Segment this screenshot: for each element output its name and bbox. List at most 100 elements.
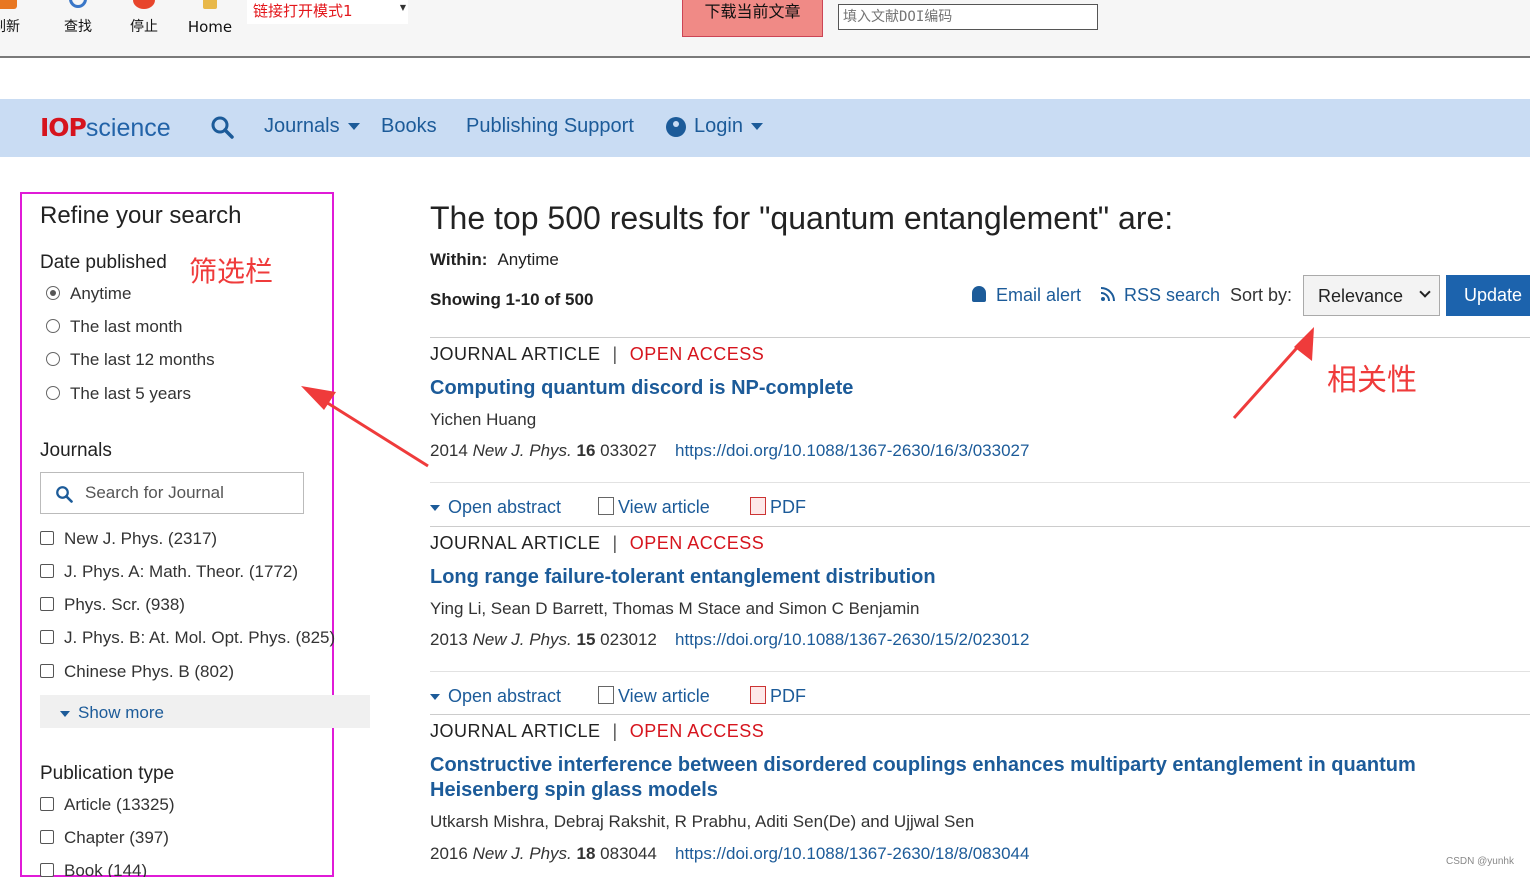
date-option-last-12-months[interactable]: The last 12 months (46, 350, 215, 372)
stop-button[interactable]: 停止 (124, 0, 164, 40)
citation-volume: 16 (576, 441, 596, 460)
result-title-link[interactable]: Constructive interference between disord… (430, 753, 1530, 803)
radio-icon (46, 351, 60, 366)
within-value: Anytime (497, 250, 559, 269)
show-more-label: Show more (78, 703, 164, 722)
open-access-badge: OPEN ACCESS (629, 721, 765, 741)
journal-filter-label: Chinese Phys. B (802) (64, 662, 235, 681)
checkbox-icon (40, 596, 54, 611)
journal-filter-j-phys-a[interactable]: J. Phys. A: Math. Theor. (1772) (40, 562, 298, 584)
journal-filter-phys-scr[interactable]: Phys. Scr. (938) (40, 595, 185, 617)
result-citation: 2014 New J. Phys. 16 033027 (430, 441, 657, 461)
nav-publishing-support[interactable]: Publishing Support (466, 115, 634, 138)
document-icon (598, 497, 614, 516)
nav-login-label: Login (694, 115, 743, 137)
pdf-label: PDF (770, 497, 806, 517)
pubtype-filter-chapter[interactable]: Chapter (397) (40, 828, 169, 850)
caret-down-icon (750, 123, 763, 131)
journal-filter-label: New J. Phys. (2317) (64, 529, 218, 548)
date-option-last-month[interactable]: The last month (46, 317, 182, 339)
citation-volume: 18 (576, 844, 596, 863)
results-title: The top 500 results for "quantum entangl… (430, 200, 1174, 236)
download-article-button[interactable]: 下载当前文章 (682, 0, 823, 37)
logo-iop-text: IOP (40, 113, 87, 142)
result-title-link[interactable]: Computing quantum discord is NP-complete (430, 376, 1530, 401)
link-mode-select[interactable]: 链接打开模式1 ▼ (247, 0, 408, 24)
checkbox-icon (40, 563, 54, 578)
result-doi-link[interactable]: https://doi.org/10.1088/1367-2630/16/3/0… (675, 441, 1029, 461)
result-authors: Yichen Huang (430, 410, 537, 429)
citation-article: 083044 (600, 844, 657, 863)
pdf-icon (750, 497, 766, 516)
pdf-link[interactable]: PDF (750, 497, 806, 518)
home-button[interactable]: Home (182, 0, 238, 40)
open-abstract-button[interactable]: Open abstract (430, 497, 561, 518)
result-type-line: JOURNAL ARTICLE | OPEN ACCESS (430, 721, 764, 742)
bell-icon (972, 286, 986, 303)
sort-select-value: Relevance (1318, 286, 1404, 306)
open-abstract-button[interactable]: Open abstract (430, 686, 561, 707)
date-option-anytime[interactable]: Anytime (46, 284, 131, 306)
nav-journals[interactable]: Journals (264, 115, 360, 138)
pdf-link[interactable]: PDF (750, 686, 806, 707)
date-option-label: The last month (70, 317, 183, 336)
refresh-label: 刷新 (0, 19, 20, 35)
refresh-button[interactable]: 刷新 (0, 0, 26, 40)
view-article-link[interactable]: View article (598, 686, 710, 707)
result-title-link[interactable]: Long range failure-tolerant entanglement… (430, 565, 1530, 590)
separator: | (612, 533, 618, 553)
journals-title: Journals (40, 440, 112, 461)
date-option-last-5-years[interactable]: The last 5 years (46, 384, 191, 406)
email-alert-link[interactable]: Email alert (972, 285, 1081, 306)
checkbox-icon (40, 862, 54, 877)
pubtype-filter-book[interactable]: Book (144) (40, 861, 147, 877)
search-icon (56, 486, 73, 503)
result-doi-link[interactable]: https://doi.org/10.1088/1367-2630/18/8/0… (675, 844, 1029, 864)
citation-article: 023012 (600, 630, 657, 649)
pubtype-filter-label: Article (13325) (64, 795, 175, 814)
citation-year: 2013 (430, 630, 468, 649)
date-published-title: Date published (40, 252, 167, 273)
journal-filter-new-j-phys[interactable]: New J. Phys. (2317) (40, 529, 217, 551)
home-icon (203, 0, 217, 9)
journal-filter-chinese-phys-b[interactable]: Chinese Phys. B (802) (40, 662, 234, 684)
checkbox-icon (40, 663, 54, 678)
show-more-button[interactable]: Show more (40, 695, 370, 728)
result-doi-link[interactable]: https://doi.org/10.1088/1367-2630/15/2/0… (675, 630, 1029, 650)
nav-journals-label: Journals (264, 115, 340, 137)
iopscience-logo[interactable]: IOPscience (40, 113, 171, 143)
pubtype-filter-article[interactable]: Article (13325) (40, 795, 175, 817)
doi-input[interactable] (838, 4, 1098, 30)
sort-select[interactable]: Relevance (1303, 275, 1440, 316)
result-type-line: JOURNAL ARTICLE | OPEN ACCESS (430, 533, 764, 554)
search-icon[interactable] (210, 115, 234, 139)
result-type-line: JOURNAL ARTICLE | OPEN ACCESS (430, 344, 764, 365)
radio-selected-icon (46, 285, 60, 300)
checkbox-icon (40, 629, 54, 644)
view-article-link[interactable]: View article (598, 497, 710, 518)
journal-filter-label: Phys. Scr. (938) (64, 595, 185, 614)
journal-search-box[interactable] (40, 472, 304, 514)
sort-by-label: Sort by: (1230, 285, 1293, 305)
result-citation: 2016 New J. Phys. 18 083044 (430, 844, 657, 864)
result-item: JOURNAL ARTICLE | OPEN ACCESS Long range f… (430, 526, 1530, 714)
result-item: JOURNAL ARTICLE | OPEN ACCESS Computing qu… (430, 337, 1530, 526)
date-option-label: Anytime (70, 284, 132, 303)
update-button[interactable]: Update (1446, 275, 1530, 316)
journal-filter-j-phys-b[interactable]: J. Phys. B: At. Mol. Opt. Phys. (825) (40, 628, 335, 650)
rss-search-link[interactable]: RSS search (1100, 285, 1220, 306)
radio-icon (46, 385, 60, 400)
article-type: JOURNAL ARTICLE (430, 533, 601, 553)
date-option-label: The last 5 years (70, 384, 191, 403)
browser-toolbar: 刷新 查找 停止 Home 链接打开模式1 ▼ 下载当前文章 (0, 0, 1530, 58)
journal-search-input[interactable] (85, 481, 295, 505)
within-filter-summary: Within: Anytime (430, 250, 559, 270)
nav-login[interactable]: Login (666, 115, 763, 138)
results-panel: The top 500 results for "quantum entangl… (430, 160, 1530, 877)
citation-year: 2014 (430, 441, 468, 460)
link-mode-value: 链接打开模式1 (253, 2, 353, 20)
email-alert-label: Email alert (996, 285, 1082, 305)
nav-books[interactable]: Books (381, 115, 437, 138)
find-button[interactable]: 查找 (58, 0, 98, 40)
logo-science-text: science (85, 114, 171, 142)
